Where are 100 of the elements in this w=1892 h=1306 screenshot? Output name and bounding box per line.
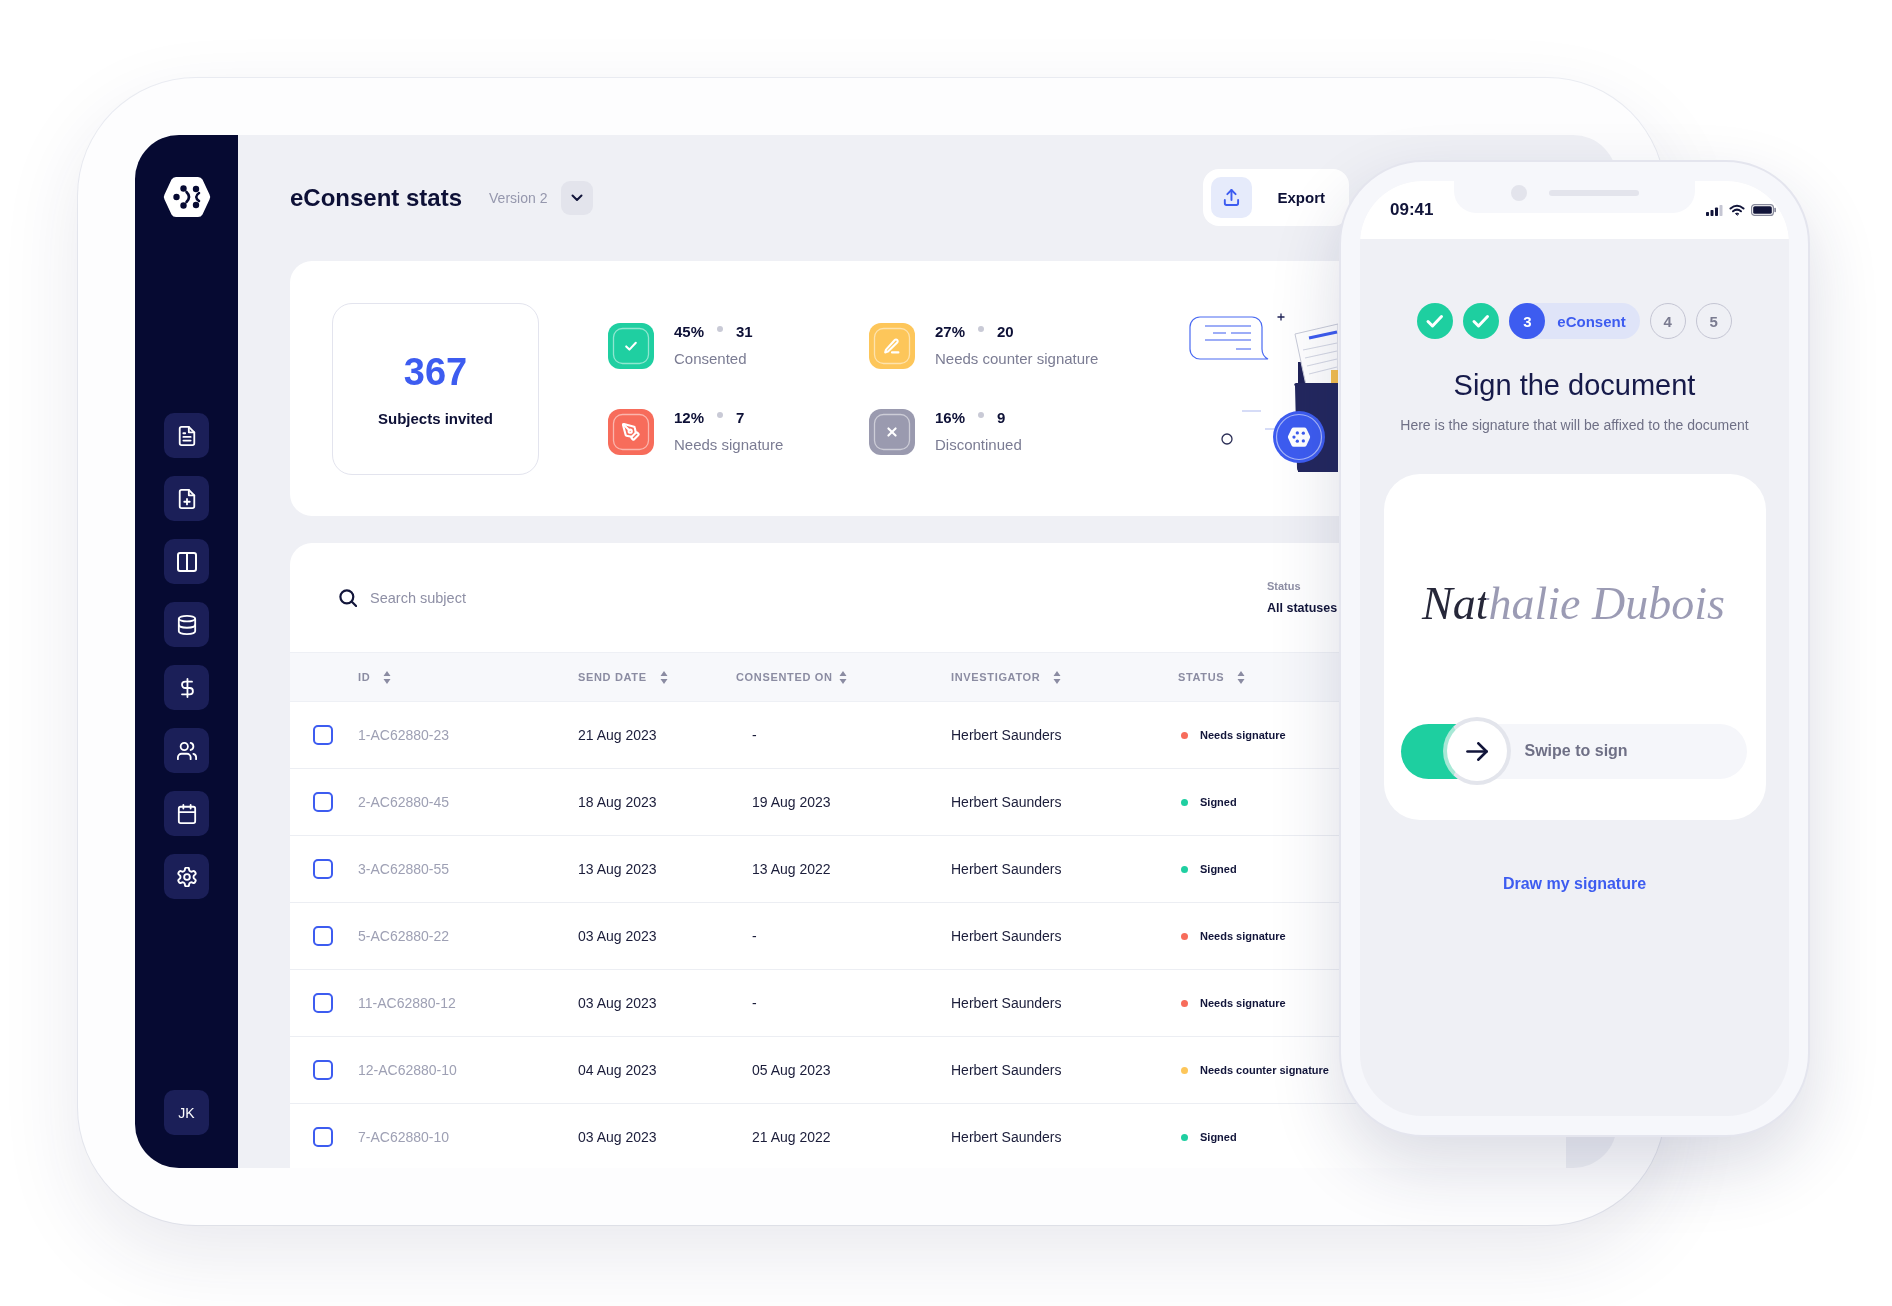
- clock-time: 09:41: [1390, 200, 1434, 220]
- stat-label: Needs counter signature: [935, 349, 1099, 369]
- battery-icon: [1751, 204, 1776, 216]
- sign-title: Sign the document: [1453, 368, 1696, 403]
- subject-id: 2-AC62880-45: [358, 794, 450, 810]
- database-icon: [176, 614, 197, 635]
- split-panel-icon: [176, 551, 197, 572]
- chevron-down-icon: [571, 193, 584, 202]
- subject-id: 1-AC62880-23: [358, 727, 450, 743]
- investigator-name: Herbert Saunders: [951, 794, 1062, 810]
- step-check-icon: [1463, 303, 1500, 339]
- column-header: INVESTIGATOR: [951, 671, 1041, 683]
- version-label: Version 2: [489, 189, 548, 206]
- investigator-name: Herbert Saunders: [951, 995, 1062, 1011]
- arrow-right-icon: [1465, 741, 1488, 761]
- status-filter-dropdown[interactable]: All statuses: [1267, 600, 1338, 616]
- row-checkbox[interactable]: [313, 1060, 333, 1080]
- sort-icon[interactable]: [659, 670, 668, 684]
- settings-nav-button[interactable]: [164, 854, 209, 899]
- investigator-name: Herbert Saunders: [951, 1062, 1062, 1078]
- split-panel-nav-button[interactable]: [164, 539, 209, 584]
- document-icon: [176, 425, 197, 446]
- export-button[interactable]: Export: [1203, 169, 1349, 226]
- column-header: CONSENTED ON: [736, 671, 833, 683]
- consent-date: 19 Aug 2023: [752, 794, 831, 810]
- status-label: Needs counter signature: [1200, 1064, 1329, 1076]
- step-check-icon: [1417, 303, 1454, 339]
- stat-percent: 45%: [674, 322, 705, 342]
- stat-percent: 12%: [674, 408, 705, 428]
- search-icon: [339, 588, 357, 607]
- sort-icon[interactable]: [1237, 670, 1246, 684]
- separator-dot-icon: [717, 326, 724, 332]
- wifi-icon: [1729, 204, 1745, 216]
- column-header: SEND DATE: [578, 671, 647, 683]
- stat-percent: 16%: [935, 408, 966, 428]
- users-nav-button[interactable]: [164, 728, 209, 773]
- investigator-name: Herbert Saunders: [951, 1129, 1062, 1145]
- plus-mark-icon: [1276, 312, 1286, 321]
- status-label: Needs signature: [1200, 930, 1286, 942]
- signal-icon: [1706, 204, 1723, 216]
- row-checkbox[interactable]: [313, 993, 333, 1013]
- row-checkbox[interactable]: [313, 792, 333, 812]
- logo-badge-icon: [1273, 410, 1325, 463]
- subject-id: 3-AC62880-55: [358, 861, 450, 877]
- calendar-icon: [176, 803, 197, 824]
- row-checkbox[interactable]: [313, 1127, 333, 1147]
- separator-dot-icon: [717, 412, 724, 418]
- settings-icon: [176, 866, 197, 887]
- send-date: 03 Aug 2023: [578, 1129, 657, 1145]
- sort-icon[interactable]: [383, 670, 392, 684]
- upload-icon: [1211, 177, 1253, 218]
- stat-count: 20: [997, 322, 1014, 342]
- search-field[interactable]: Search subject: [370, 585, 1240, 610]
- sort-icon[interactable]: [1053, 670, 1062, 684]
- consent-date: 05 Aug 2023: [752, 1062, 831, 1078]
- consent-date: 21 Aug 2022: [752, 1129, 831, 1145]
- users-icon: [176, 740, 197, 761]
- subject-id: 12-AC62880-10: [358, 1062, 457, 1078]
- row-checkbox[interactable]: [313, 926, 333, 946]
- swipe-track[interactable]: Swipe to sign: [1400, 717, 1747, 785]
- subjects-count: 367: [403, 349, 468, 394]
- status-label: Signed: [1200, 796, 1237, 808]
- calendar-nav-button[interactable]: [164, 791, 209, 836]
- draw-signature-link[interactable]: Draw my signature: [1502, 875, 1647, 893]
- consent-date: -: [752, 928, 757, 944]
- row-checkbox[interactable]: [313, 859, 333, 879]
- status-label: Signed: [1200, 1131, 1237, 1143]
- consent-date: 13 Aug 2022: [752, 861, 831, 877]
- investigator-name: Herbert Saunders: [951, 861, 1062, 877]
- stat-count: 9: [997, 408, 1006, 428]
- stat-label: Needs signature: [674, 435, 784, 455]
- stat-count: 31: [736, 322, 753, 342]
- subject-id: 11-AC62880-12: [358, 995, 456, 1011]
- step-label: eConsent: [1557, 312, 1626, 330]
- step-number: 3: [1509, 303, 1546, 339]
- consent-date: -: [752, 727, 757, 743]
- stat-label: Discontinued: [935, 435, 1022, 455]
- file-plus-icon: [176, 488, 197, 509]
- dollar-nav-button[interactable]: [164, 665, 209, 710]
- row-checkbox[interactable]: [313, 725, 333, 745]
- send-date: 03 Aug 2023: [578, 995, 657, 1011]
- swipe-label: Swipe to sign: [1524, 742, 1628, 760]
- avatar-button[interactable]: JK: [164, 1090, 209, 1135]
- sign-subtitle: Here is the signature that will be affixed to the document: [1400, 416, 1749, 435]
- sort-icon[interactable]: [838, 670, 847, 684]
- database-nav-button[interactable]: [164, 602, 209, 647]
- stat-percent: 27%: [935, 322, 966, 342]
- version-dropdown-button[interactable]: [561, 180, 594, 215]
- document-nav-button[interactable]: [164, 413, 209, 458]
- stat-label: Consented: [674, 349, 748, 369]
- send-date: 03 Aug 2023: [578, 928, 657, 944]
- column-header: ID: [358, 671, 371, 683]
- subject-id: 7-AC62880-10: [358, 1129, 450, 1145]
- add-document-nav-button[interactable]: [164, 476, 209, 521]
- subjects-label: Subjects invited: [378, 409, 493, 428]
- status-label: Needs signature: [1200, 997, 1286, 1009]
- investigator-name: Herbert Saunders: [951, 928, 1062, 944]
- ring-icon: [1221, 432, 1233, 445]
- consent-date: -: [752, 995, 757, 1011]
- status-filter-label: Status: [1267, 579, 1302, 593]
